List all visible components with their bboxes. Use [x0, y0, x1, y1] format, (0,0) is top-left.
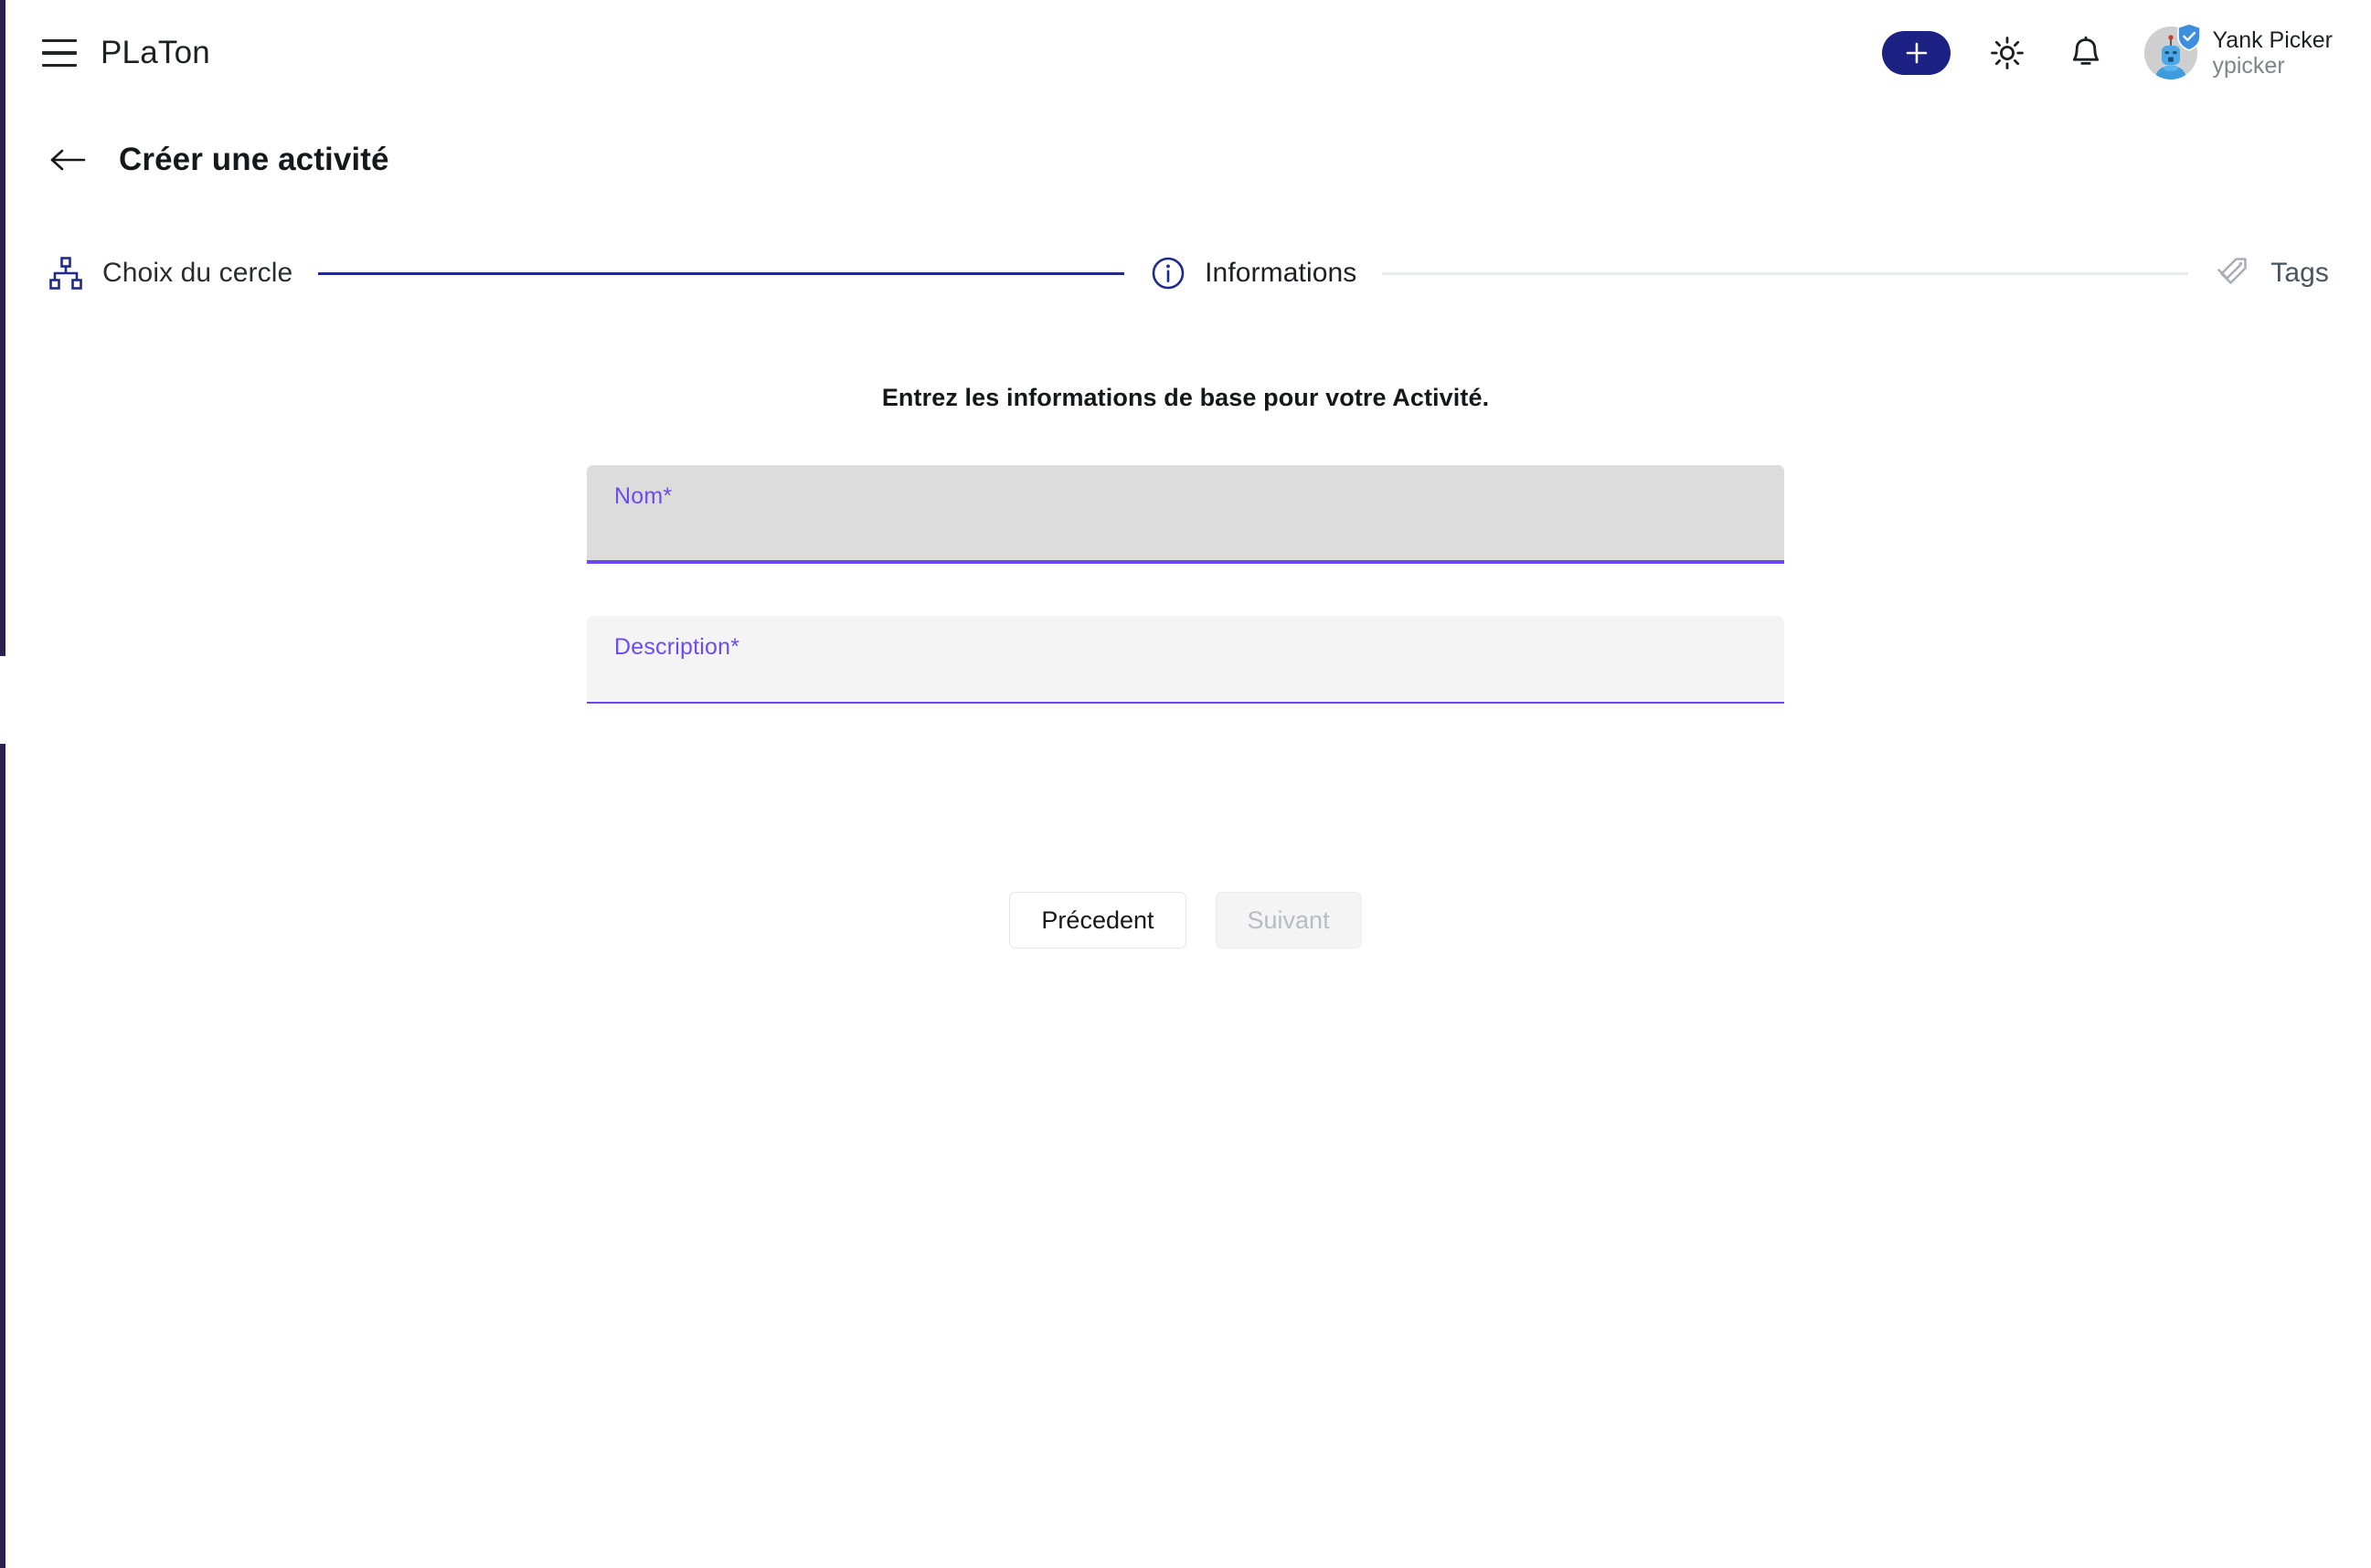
- tags-icon: [2214, 255, 2252, 291]
- description-field[interactable]: Description*: [587, 616, 1784, 704]
- stepper: Choix du cercle Informations Tags: [0, 239, 2371, 307]
- description-field-underline: [587, 701, 1784, 704]
- nom-field-label: Nom*: [614, 483, 673, 509]
- step-label: Choix du cercle: [102, 258, 293, 288]
- shield-check-icon: [2177, 23, 2202, 51]
- stepper-connector-1: [318, 271, 1125, 275]
- form-area: Entrez les informations de base pour vot…: [0, 384, 2371, 704]
- form-intro-text: Entrez les informations de base pour vot…: [881, 384, 1490, 411]
- previous-button[interactable]: Précedent: [1009, 892, 1186, 948]
- brand-title[interactable]: PLaTon: [101, 35, 210, 71]
- sun-icon: [1991, 37, 2025, 69]
- add-button[interactable]: [1882, 31, 1951, 75]
- hamburger-line: [42, 39, 77, 43]
- user-menu[interactable]: Yank Picker ypicker: [2144, 23, 2333, 79]
- step-label: Informations: [1205, 258, 1357, 288]
- step-tags[interactable]: Tags: [2214, 255, 2329, 291]
- hamburger-line: [42, 51, 77, 55]
- user-names: Yank Picker ypicker: [2212, 27, 2333, 79]
- step-informations[interactable]: Informations: [1150, 255, 1356, 291]
- stepper-connector-2: [1382, 271, 2189, 275]
- hamburger-menu-icon[interactable]: [42, 39, 77, 67]
- form-actions: Précedent Suivant: [0, 892, 2371, 948]
- user-handle: ypicker: [2212, 53, 2285, 79]
- page-header: Créer une activité: [0, 128, 2371, 192]
- hamburger-line: [42, 63, 77, 67]
- plus-icon: [1906, 42, 1928, 64]
- avatar[interactable]: [2144, 23, 2202, 79]
- left-edge-rail: [0, 0, 5, 1568]
- bell-icon: [2073, 36, 2100, 65]
- next-button[interactable]: Suivant: [1215, 892, 1362, 948]
- nom-field[interactable]: Nom*: [587, 465, 1784, 564]
- notifications-button[interactable]: [2064, 31, 2108, 75]
- page-title: Créer une activité: [119, 142, 389, 177]
- sitemap-icon: [48, 255, 84, 291]
- step-choix-du-cercle[interactable]: Choix du cercle: [48, 255, 292, 291]
- step-label: Tags: [2270, 258, 2330, 288]
- nom-field-underline: [587, 560, 1784, 564]
- arrow-left-icon: [50, 149, 86, 171]
- theme-toggle-button[interactable]: [1985, 31, 2029, 75]
- back-button[interactable]: [48, 139, 90, 181]
- app-bar-left: PLaTon: [42, 35, 210, 71]
- app-bar-right: Yank Picker ypicker: [1882, 23, 2333, 79]
- app-bar: PLaTon Yank Picker ypicker: [0, 0, 2371, 106]
- info-circle-icon: [1150, 255, 1186, 291]
- form-fields: Nom* Description*: [587, 412, 1784, 704]
- user-fullname: Yank Picker: [2212, 27, 2333, 53]
- description-field-label: Description*: [614, 634, 740, 660]
